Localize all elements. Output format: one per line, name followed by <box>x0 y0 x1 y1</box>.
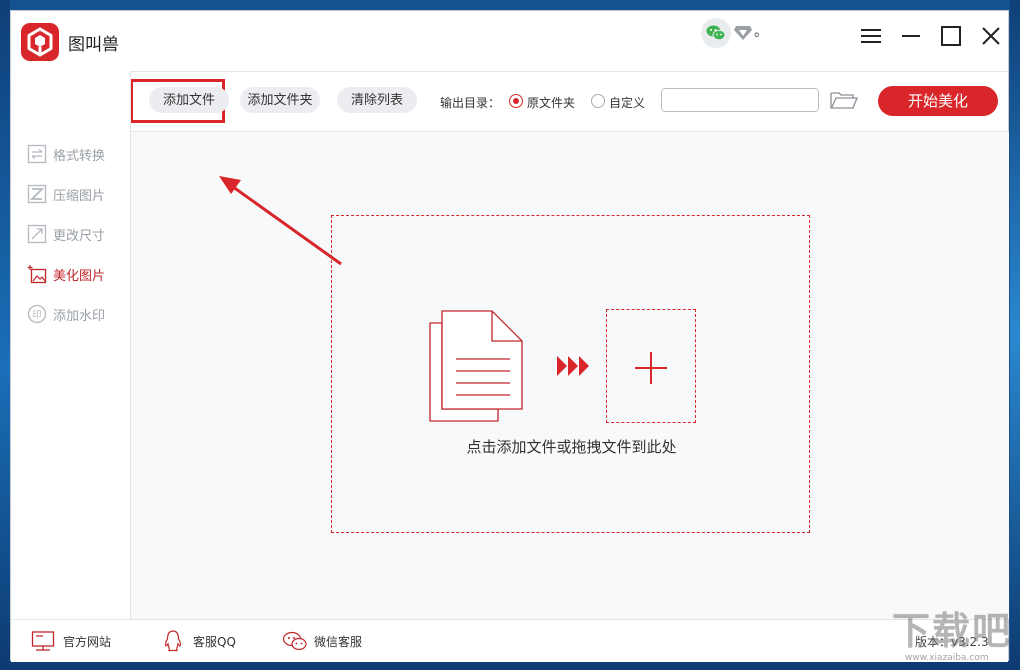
toolbar: 添加文件 添加文件夹 清除列表 输出目录： 原文件夹 自定义 开始美化 <box>130 71 1009 132</box>
desktop-background-left <box>0 0 10 670</box>
maximize-icon[interactable] <box>934 19 968 53</box>
official-website-label: 官方网站 <box>63 635 112 649</box>
triple-arrow-icon <box>557 354 591 378</box>
sidebar-item-label: 添加水印 <box>53 309 106 324</box>
compress-icon <box>27 184 47 204</box>
radio-original-folder[interactable] <box>509 94 523 108</box>
title-bar: 图叫兽 。 <box>11 11 1008 72</box>
sidebar-item-beautify[interactable]: 美化图片 <box>27 263 127 285</box>
drop-zone-hint: 点击添加文件或拖拽文件到此处 <box>466 438 677 456</box>
radio-original-folder-label[interactable]: 原文件夹 <box>527 94 575 111</box>
minimize-icon[interactable] <box>894 19 928 53</box>
browse-folder-icon[interactable] <box>829 89 859 111</box>
qq-support-label: 客服QQ <box>193 635 236 649</box>
sidebar-item-format-convert[interactable]: 格式转换 <box>27 143 127 165</box>
add-folder-button[interactable]: 添加文件夹 <box>240 87 320 113</box>
radio-custom-label[interactable]: 自定义 <box>609 94 645 111</box>
footer: 官方网站 客服QQ 微信客服 版本：v3.2.3 <box>11 619 1008 662</box>
add-file-plus-box[interactable] <box>606 309 696 423</box>
sidebar-item-label: 格式转换 <box>53 149 106 164</box>
menu-icon[interactable] <box>854 19 888 53</box>
wechat-icon <box>282 629 307 653</box>
sidebar-item-label: 压缩图片 <box>53 189 106 204</box>
sidebar-item-label: 美化图片 <box>53 269 106 284</box>
app-window: 图叫兽 。 添加文件 添加文件夹 清除列表 输出目录： 原文件夹 自定义 开始美… <box>10 10 1009 662</box>
sidebar-item-resize[interactable]: 更改尺寸 <box>27 223 127 245</box>
desktop-background-top <box>0 0 1020 10</box>
add-file-button[interactable]: 添加文件 <box>149 87 229 113</box>
qq-icon <box>161 629 185 653</box>
start-beautify-button[interactable]: 开始美化 <box>878 86 998 116</box>
convert-icon <box>27 144 47 164</box>
desktop-background-right <box>1010 0 1020 670</box>
resize-icon <box>27 224 47 244</box>
annotation-arrow-icon <box>219 176 342 266</box>
documents-icon <box>428 309 526 425</box>
wechat-login-icon[interactable] <box>701 18 731 48</box>
vip-diamond-icon[interactable] <box>733 24 753 42</box>
plus-icon <box>635 352 667 384</box>
title-dot: 。 <box>754 24 768 40</box>
watermark-icon: 印 <box>27 304 47 324</box>
file-drop-zone[interactable]: 点击添加文件或拖拽文件到此处 <box>331 215 810 533</box>
beautify-icon <box>27 264 47 284</box>
sidebar-item-watermark[interactable]: 印 添加水印 <box>27 303 127 325</box>
sidebar-item-label: 更改尺寸 <box>53 229 106 244</box>
site-watermark-url: www.xiazaiba.com <box>905 653 989 663</box>
sidebar: 格式转换 压缩图片 更改尺寸 美化图片 印 添加水印 <box>11 71 131 619</box>
svg-text:印: 印 <box>32 309 41 321</box>
app-title: 图叫兽 <box>68 35 119 55</box>
output-directory-label: 输出目录： <box>440 96 501 110</box>
wechat-support-label: 微信客服 <box>314 635 363 649</box>
close-icon[interactable] <box>974 19 1008 53</box>
output-path-input[interactable] <box>661 88 819 112</box>
app-logo-icon <box>21 23 59 61</box>
sidebar-item-compress[interactable]: 压缩图片 <box>27 183 127 205</box>
clear-list-button[interactable]: 清除列表 <box>337 87 417 113</box>
main-content: 点击添加文件或拖拽文件到此处 <box>131 132 1009 619</box>
radio-custom[interactable] <box>591 94 605 108</box>
monitor-icon <box>31 629 55 653</box>
